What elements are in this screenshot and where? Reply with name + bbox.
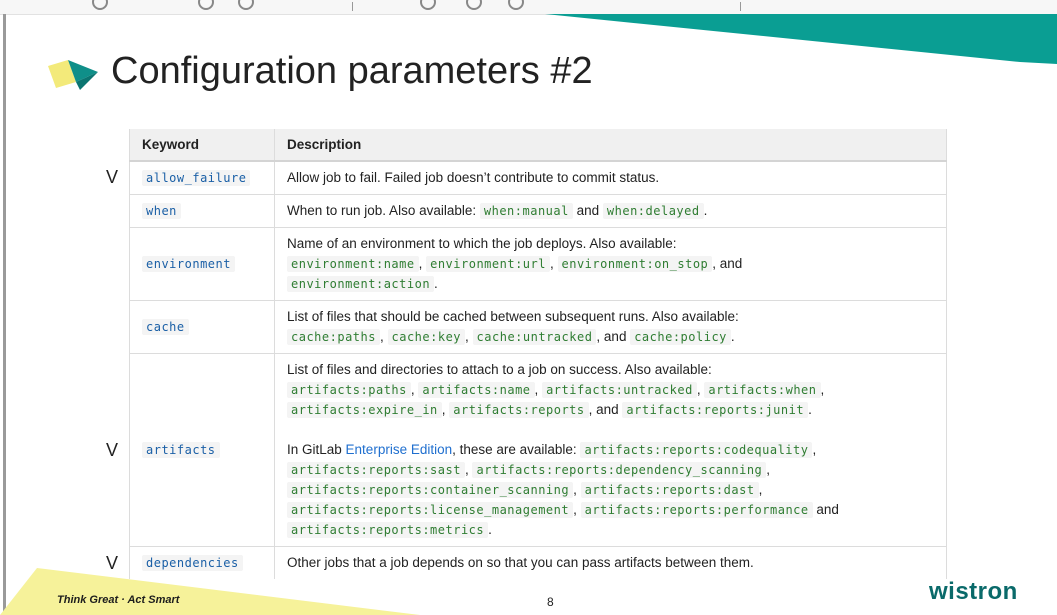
- keyword-code: environment: [142, 256, 235, 272]
- inline-code: artifacts:reports:metrics: [287, 522, 489, 538]
- description-text: ,: [465, 329, 473, 344]
- keyword-code: cache: [142, 319, 189, 335]
- description-text: List of files that should be cached betw…: [287, 309, 739, 324]
- table-row: environment Name of an environment to whi…: [129, 227, 947, 301]
- description-cell: Allow job to fail. Failed job doesn’t co…: [274, 160, 947, 195]
- inline-code: artifacts:reports:performance: [580, 502, 813, 518]
- description-text: .: [434, 276, 438, 291]
- description-text: ,: [379, 329, 388, 344]
- description-column-header: Description: [274, 129, 947, 162]
- description-text: .: [808, 402, 812, 417]
- keyword-cell: cache: [129, 300, 275, 354]
- inline-code: artifacts:reports:dast: [580, 482, 759, 498]
- keyword-column-header: Keyword: [129, 129, 275, 162]
- inline-code: environment:on_stop: [557, 256, 713, 272]
- description-text: , and: [588, 402, 623, 417]
- description-text: ,: [534, 382, 543, 397]
- description-text: , and: [712, 256, 743, 271]
- description-text: When to run job. Also available:: [287, 203, 480, 218]
- keyword-cell: artifacts: [129, 353, 275, 547]
- wistron-logo: wistron: [929, 578, 1018, 605]
- description-text: ,: [758, 482, 763, 497]
- keyword-table: Keyword Description allow_failure Allow j…: [129, 129, 947, 579]
- table-row: when When to run job. Also available: whe…: [129, 194, 947, 228]
- table-header-row: Keyword Description: [129, 129, 947, 162]
- keyword-cell: when: [129, 194, 275, 228]
- inline-code: artifacts:reports: [449, 402, 589, 418]
- keyword-cell: environment: [129, 227, 275, 301]
- description-text: and: [572, 203, 603, 218]
- title-bullet-icon: [48, 60, 98, 90]
- description-text: ,: [812, 442, 817, 457]
- check-mark: V: [106, 439, 119, 460]
- inline-code: artifacts:reports:sast: [287, 462, 465, 478]
- keyword-cell: allow_failure: [129, 160, 275, 195]
- check-mark: V: [106, 167, 119, 187]
- description-text: ,: [820, 382, 825, 397]
- keyword-code: allow_failure: [142, 170, 251, 186]
- inline-code: when:manual: [479, 203, 573, 219]
- inline-code: artifacts:reports:license_management: [287, 502, 574, 518]
- keyword-code: when: [142, 203, 181, 219]
- description-text: and: [812, 502, 839, 517]
- description-text: Name of an environment to which the job …: [287, 236, 677, 251]
- description-text: List of files and directories to attach …: [287, 362, 712, 377]
- description-text: ,: [573, 482, 581, 497]
- inline-code: artifacts:when: [704, 382, 821, 398]
- page-number: 8: [547, 595, 554, 609]
- inline-code: cache:paths: [287, 329, 380, 345]
- inline-code: artifacts:name: [418, 382, 535, 398]
- description-text: ,: [418, 256, 427, 271]
- inline-code: environment:name: [287, 256, 419, 272]
- inline-code: cache:key: [387, 329, 466, 345]
- table-row: allow_failure Allow job to fail. Failed j…: [129, 160, 947, 195]
- description-text: .: [730, 329, 735, 344]
- inline-code: artifacts:paths: [287, 382, 411, 398]
- description-text: ,: [549, 256, 558, 271]
- inline-code: cache:policy: [630, 329, 731, 345]
- description-text: , these are available:: [452, 442, 581, 457]
- inline-code: environment:action: [287, 276, 435, 292]
- inline-code: cache:untracked: [472, 329, 597, 345]
- inline-code: artifacts:untracked: [542, 382, 697, 398]
- inline-code: artifacts:reports:container_scanning: [287, 482, 574, 498]
- table-row: cache List of files that should be cached…: [129, 300, 947, 354]
- inline-code: artifacts:expire_in: [287, 402, 442, 418]
- description-cell: List of files that should be cached betw…: [274, 300, 947, 354]
- description-text: .: [703, 203, 708, 218]
- footer-yellow-band: [0, 568, 420, 615]
- inline-code: when:delayed: [602, 203, 704, 219]
- description-text: ,: [766, 462, 771, 477]
- enterprise-edition-link[interactable]: Enterprise Edition: [346, 442, 453, 457]
- description-text: In GitLab: [287, 442, 346, 457]
- left-rule: [3, 14, 6, 615]
- inline-code: artifacts:reports:codequality: [580, 442, 813, 458]
- description-cell: When to run job. Also available: when:ma…: [274, 194, 947, 228]
- description-text: Allow job to fail. Failed job doesn’t co…: [287, 170, 660, 185]
- description-text: .: [488, 522, 492, 537]
- keyword-code: artifacts: [142, 442, 220, 458]
- description-cell: Name of an environment to which the job …: [274, 227, 947, 301]
- description-text: , and: [596, 329, 631, 344]
- description-cell: List of files and directories to attach …: [274, 353, 947, 547]
- page-title: Configuration parameters #2: [111, 50, 593, 92]
- inline-code: artifacts:reports:junit: [622, 402, 809, 418]
- inline-code: artifacts:reports:dependency_scanning: [472, 462, 767, 478]
- footer-slogan: Think Great · Act Smart: [57, 594, 180, 606]
- table-row: artifacts List of files and directories t…: [129, 353, 947, 547]
- description-text: ,: [573, 502, 581, 517]
- inline-code: environment:url: [426, 256, 550, 272]
